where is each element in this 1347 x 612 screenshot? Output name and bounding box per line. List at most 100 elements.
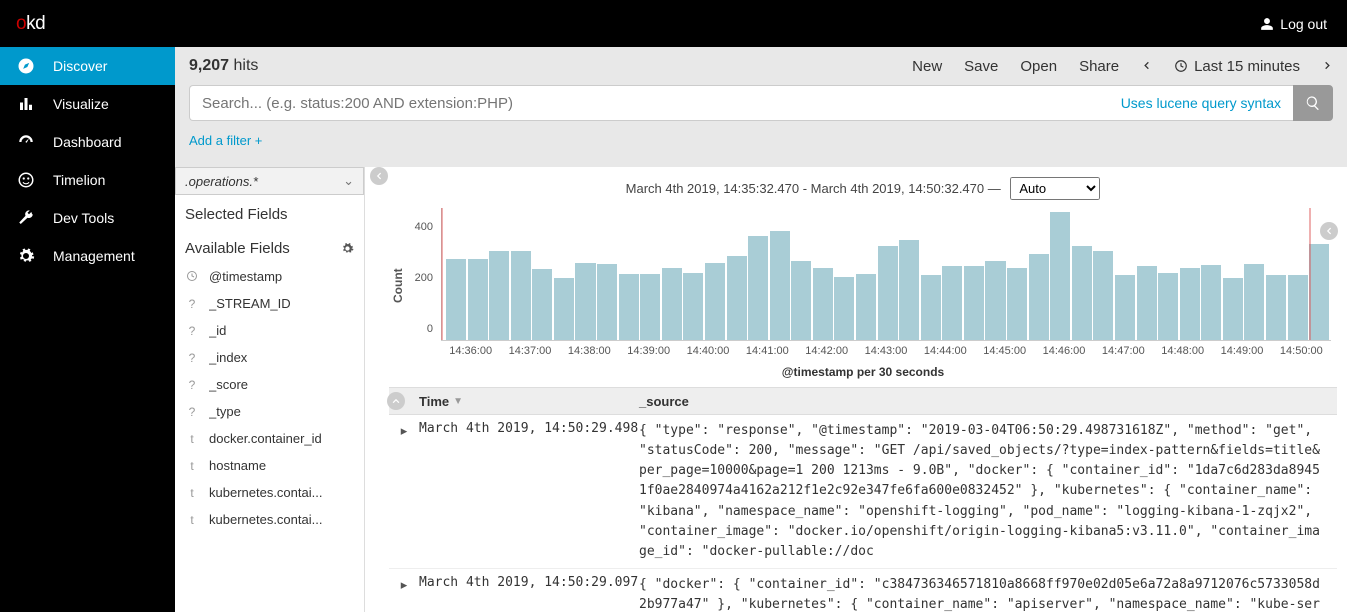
menu-new[interactable]: New — [912, 58, 942, 75]
chart-bar[interactable] — [468, 259, 488, 340]
chart-bar[interactable] — [1288, 275, 1308, 340]
chart-bar[interactable] — [985, 261, 1005, 340]
nav-dashboard[interactable]: Dashboard — [0, 123, 175, 161]
menu-share[interactable]: Share — [1079, 58, 1119, 75]
chart-bar[interactable] — [1158, 273, 1178, 340]
expand-row-button[interactable]: ▸ — [389, 575, 419, 612]
expand-row-button[interactable]: ▸ — [389, 421, 419, 562]
menu-save[interactable]: Save — [964, 58, 998, 75]
chart-bar[interactable] — [1266, 275, 1286, 340]
field-item[interactable]: tdocker.container_id — [175, 425, 364, 452]
chart-bar[interactable] — [1309, 244, 1329, 340]
field-type-icon: ? — [185, 324, 199, 338]
chart-bar[interactable] — [791, 261, 811, 340]
chart-bar[interactable] — [683, 273, 703, 340]
chart-xlabel: @timestamp per 30 seconds — [389, 365, 1337, 379]
chart-bar[interactable] — [921, 275, 941, 340]
chart-xtick: 14:41:00 — [746, 345, 789, 357]
chart-bar[interactable] — [770, 231, 790, 340]
chart-ytick: 200 — [415, 272, 433, 284]
chart-xtick: 14:45:00 — [983, 345, 1026, 357]
search-icon — [1305, 95, 1321, 111]
menu-open[interactable]: Open — [1020, 58, 1057, 75]
content-split: .operations.* ⌄ Selected Fields Availabl… — [175, 167, 1347, 612]
scroll-top-button[interactable] — [387, 392, 405, 410]
chart-bar[interactable] — [1137, 266, 1157, 340]
col-source-header[interactable]: _source — [639, 394, 689, 409]
add-filter[interactable]: Add a filter + — [175, 129, 1347, 158]
field-name-label: _type — [209, 404, 241, 419]
search-row: Uses lucene query syntax — [175, 85, 1347, 129]
chart-bar[interactable] — [489, 251, 509, 340]
chart-bar[interactable] — [1223, 278, 1243, 340]
field-item[interactable]: ? _id — [175, 317, 364, 344]
chart-ytick: 400 — [415, 221, 433, 233]
search-button[interactable] — [1293, 85, 1333, 121]
chart-bar[interactable] — [575, 263, 595, 340]
collapse-fields-button[interactable] — [370, 167, 388, 185]
row-time: March 4th 2019, 14:50:29.498 — [419, 421, 639, 562]
field-name-label: _score — [209, 377, 248, 392]
nav-timelion[interactable]: Timelion — [0, 161, 175, 199]
chart-bar[interactable] — [727, 256, 747, 340]
field-item[interactable]: @timestamp — [175, 263, 364, 290]
collapse-chart-button[interactable] — [1320, 222, 1338, 240]
nav-management[interactable]: Management — [0, 237, 175, 275]
time-prev[interactable] — [1141, 58, 1152, 75]
search-input[interactable] — [202, 95, 1121, 112]
chart-bar[interactable] — [597, 264, 617, 340]
logout-link[interactable]: Log out — [1260, 16, 1327, 32]
result-row: ▸March 4th 2019, 14:50:29.097{ "docker":… — [389, 569, 1337, 612]
chart-bar[interactable] — [1244, 264, 1264, 340]
chart-bar[interactable] — [1007, 268, 1027, 340]
field-name-label: _id — [209, 323, 226, 338]
field-item[interactable]: ?_index — [175, 344, 364, 371]
nav-devtools[interactable]: Dev Tools — [0, 199, 175, 237]
chevron-down-icon: ⌄ — [343, 173, 354, 189]
chart-bar[interactable] — [1180, 268, 1200, 340]
chart-bar[interactable] — [619, 274, 639, 340]
lucene-link[interactable]: Uses lucene query syntax — [1121, 95, 1281, 111]
field-type-icon: t — [185, 459, 199, 473]
col-time-header[interactable]: Time ▼ — [419, 394, 639, 409]
chart-bar[interactable] — [446, 259, 466, 340]
field-item[interactable]: tkubernetes.contai... — [175, 506, 364, 533]
index-pattern-select[interactable]: .operations.* ⌄ — [175, 167, 364, 195]
chart-bar[interactable] — [748, 236, 768, 340]
chart-bar[interactable] — [813, 268, 833, 340]
available-fields-heading-row: Available Fields — [175, 229, 364, 263]
nav-label: Timelion — [53, 172, 105, 188]
chart-bar[interactable] — [554, 278, 574, 340]
field-item[interactable]: ?_score — [175, 371, 364, 398]
chart-bar[interactable] — [899, 240, 919, 340]
interval-wrapper: Auto — [1010, 177, 1100, 200]
chart-plot[interactable] — [441, 208, 1331, 341]
time-picker[interactable]: Last 15 minutes — [1174, 58, 1300, 75]
nav-visualize[interactable]: Visualize — [0, 85, 175, 123]
chart-bar[interactable] — [511, 251, 531, 340]
time-next[interactable] — [1322, 58, 1333, 75]
chart-bar[interactable] — [856, 274, 876, 340]
field-item[interactable]: thostname — [175, 452, 364, 479]
chart-bar[interactable] — [878, 246, 898, 340]
chart-bar[interactable] — [662, 268, 682, 340]
interval-select[interactable]: Auto — [1010, 177, 1100, 200]
chart-bar[interactable] — [640, 274, 660, 340]
field-item[interactable]: ?_type — [175, 398, 364, 425]
chart-bar[interactable] — [964, 266, 984, 340]
field-item[interactable]: ?_STREAM_ID — [175, 290, 364, 317]
nav-discover[interactable]: Discover — [0, 47, 175, 85]
chart-bar[interactable] — [705, 263, 725, 340]
field-name-label: _index — [209, 350, 247, 365]
chart-bar[interactable] — [1201, 265, 1221, 340]
gear-icon[interactable] — [341, 242, 354, 255]
field-item[interactable]: tkubernetes.contai... — [175, 479, 364, 506]
chart-bar[interactable] — [1029, 254, 1049, 340]
chart-bar[interactable] — [1050, 212, 1070, 340]
chart-bar[interactable] — [1093, 251, 1113, 340]
chart-bar[interactable] — [942, 266, 962, 340]
chart-bar[interactable] — [1072, 246, 1092, 340]
chart-bar[interactable] — [532, 269, 552, 340]
chart-bar[interactable] — [834, 277, 854, 340]
chart-bar[interactable] — [1115, 275, 1135, 340]
